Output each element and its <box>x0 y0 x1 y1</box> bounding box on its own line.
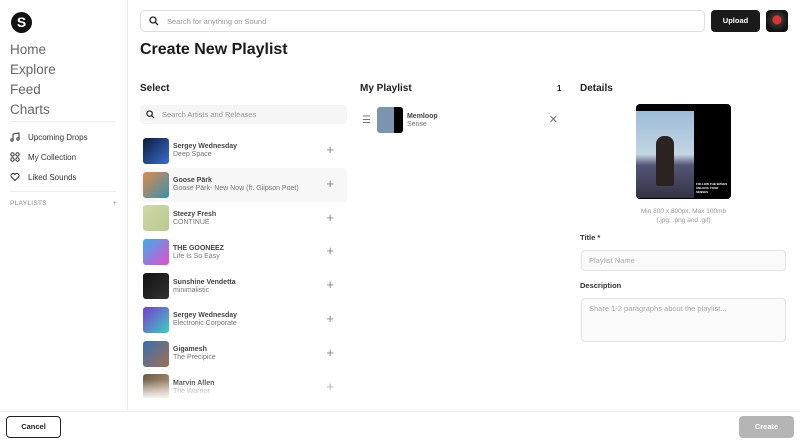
title-input[interactable]: Playlist Name <box>581 250 786 271</box>
add-playlist-button[interactable]: + <box>113 200 117 207</box>
nav-label: My Collection <box>28 152 77 162</box>
release-row[interactable]: Sergey Wednesday Deep Space + <box>140 134 347 168</box>
cover-image-upload[interactable]: FOLLOW THE WAVES UNLOCK YOUR SENSES <box>636 104 731 199</box>
nav-explore[interactable]: Explore <box>10 60 56 80</box>
release-title: CONTINUE <box>173 218 210 226</box>
add-icon[interactable]: + <box>326 143 334 157</box>
description-textarea[interactable]: Share 1-2 paragraphs about the playlist.… <box>581 298 786 342</box>
nav-charts[interactable]: Charts <box>10 100 56 120</box>
nav-label: Upcoming Drops <box>28 132 88 142</box>
add-icon[interactable]: + <box>326 244 334 258</box>
release-row[interactable]: Sunshine Vendetta minimalistic + <box>140 269 347 303</box>
release-row[interactable]: Sergey Wednesday Electronic Corporate + <box>140 303 347 337</box>
release-artist: Sergey Wednesday <box>173 312 238 320</box>
search-icon <box>149 16 159 26</box>
release-row[interactable]: THE GOONEEZ Life Is So Easy + <box>140 235 347 269</box>
placeholder: Playlist Name <box>589 256 635 265</box>
avatar[interactable] <box>766 10 788 32</box>
list-fade <box>140 380 347 400</box>
release-thumbnail <box>143 340 169 367</box>
divider <box>10 121 116 122</box>
track-title: Sense <box>406 120 427 128</box>
add-icon[interactable]: + <box>326 278 334 292</box>
release-list: Sergey Wednesday Deep Space + Goose Pärk G… <box>140 134 347 398</box>
nav-liked-sounds[interactable]: Liked Sounds <box>10 167 88 187</box>
nav-my-collection[interactable]: My Collection <box>10 147 88 167</box>
release-row[interactable]: Gigamesh The Precipice + <box>140 337 347 371</box>
release-title: Deep Space <box>173 151 212 159</box>
release-artist: Sergey Wednesday <box>173 143 238 151</box>
select-heading: Select <box>140 83 170 94</box>
release-artist: Goose Pärk <box>173 177 212 185</box>
release-title: Life Is So Easy <box>173 252 220 260</box>
cancel-button[interactable]: Cancel <box>6 416 61 438</box>
library-nav: Upcoming Drops My Collection Liked Sound… <box>10 127 88 187</box>
release-thumbnail <box>143 205 169 232</box>
release-thumbnail <box>143 306 169 333</box>
release-artist: Sunshine Vendetta <box>173 278 236 286</box>
my-playlist-heading: My Playlist <box>360 83 412 94</box>
remove-icon[interactable]: ✕ <box>549 113 558 126</box>
nav-feed[interactable]: Feed <box>10 80 56 100</box>
release-artist: Gigamesh <box>173 346 207 354</box>
playlists-section: PLAYLISTS + <box>10 200 117 207</box>
playlist-count: 1 <box>557 84 562 93</box>
title-label: Title * <box>580 233 601 242</box>
placeholder: Share 1-2 paragraphs about the playlist.… <box>589 304 727 313</box>
release-title: Electronic Corporate <box>173 320 237 328</box>
sidebar: S Home Explore Feed Charts Upcoming Drop… <box>0 0 128 412</box>
nav-upcoming-drops[interactable]: Upcoming Drops <box>10 127 88 147</box>
cover-hint: Min 800 x 800px, Max 100mb (.jpg, .png an… <box>580 207 787 225</box>
track-thumbnail <box>376 107 403 133</box>
nav-home[interactable]: Home <box>10 40 56 60</box>
add-icon[interactable]: + <box>326 176 334 191</box>
hint-line: Min 800 x 800px, Max 100mb <box>640 208 727 215</box>
search-placeholder: Search Artists and Releases <box>162 110 257 119</box>
music-note-icon <box>10 132 20 142</box>
release-title: minimalistic <box>173 286 210 294</box>
add-icon[interactable]: + <box>326 210 334 225</box>
search-icon <box>146 110 155 119</box>
divider <box>10 191 116 192</box>
add-icon[interactable]: + <box>326 311 334 326</box>
hint-line: (.jpg, .png and .gif) <box>656 217 711 224</box>
add-icon[interactable]: + <box>326 345 334 360</box>
track-artist: Memloop <box>406 112 438 120</box>
page-title: Create New Playlist <box>140 41 288 58</box>
footer-bar <box>0 411 800 442</box>
heart-icon <box>10 172 20 182</box>
release-thumbnail <box>143 137 169 164</box>
playlist-item[interactable]: ☰ Memloop Sense ✕ <box>362 107 562 133</box>
release-title: The Precipice <box>173 354 216 362</box>
logo[interactable]: S <box>11 12 32 33</box>
upload-button[interactable]: Upload <box>711 10 760 32</box>
release-row[interactable]: Steezy Fresh CONTINUE + <box>140 202 347 236</box>
description-label: Description <box>580 281 622 290</box>
global-search-input[interactable]: Search for anything on Sound <box>140 10 705 32</box>
release-thumbnail <box>143 171 169 198</box>
release-thumbnail <box>143 239 169 266</box>
playlists-label: PLAYLISTS <box>10 200 47 207</box>
drag-handle-icon[interactable]: ☰ <box>362 115 371 126</box>
cover-artwork-text: FOLLOW THE WAVES UNLOCK YOUR SENSES <box>696 182 728 194</box>
search-placeholder: Search for anything on Sound <box>167 16 267 26</box>
create-button[interactable]: Create <box>739 416 794 438</box>
release-thumbnail <box>143 273 169 300</box>
release-title: Goose Pärk- New Now (ft. Giipson Poet) <box>173 185 299 193</box>
release-row[interactable]: Goose Pärk Goose Pärk- New Now (ft. Giips… <box>140 167 347 202</box>
artist-search-input[interactable]: Search Artists and Releases <box>140 105 347 124</box>
nav-label: Liked Sounds <box>28 172 77 182</box>
release-artist: THE GOONEEZ <box>173 244 224 252</box>
grid-icon <box>10 152 20 162</box>
main-nav: Home Explore Feed Charts <box>10 40 56 120</box>
details-heading: Details <box>580 83 613 94</box>
release-artist: Steezy Fresh <box>173 210 217 218</box>
